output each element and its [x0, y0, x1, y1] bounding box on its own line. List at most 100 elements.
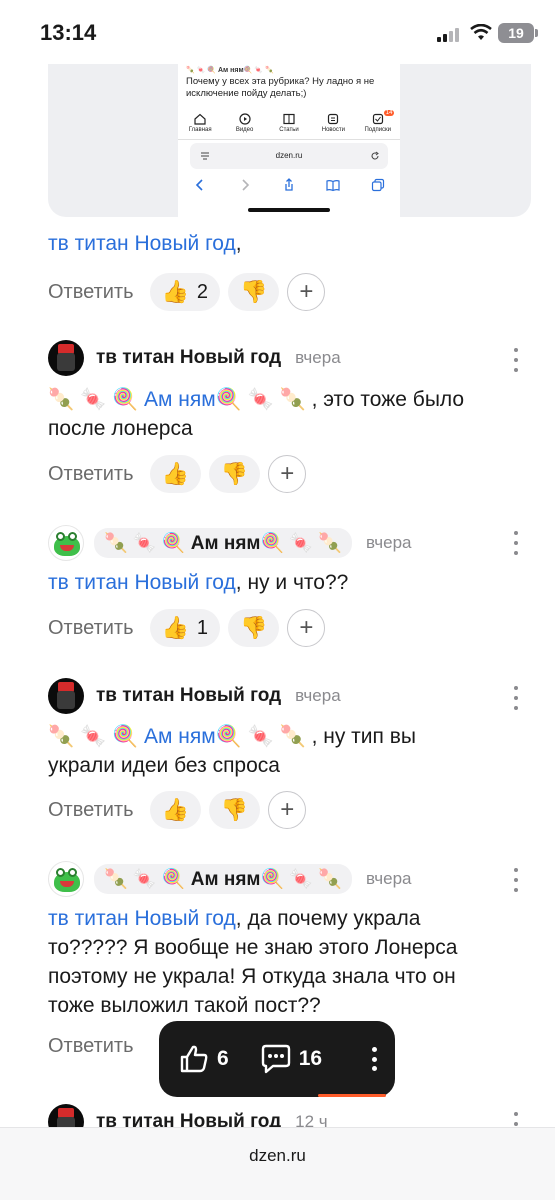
comment-body: тв титан Новый год, — [48, 232, 242, 255]
comment-actions: Ответить 👍 👎 + — [48, 455, 307, 493]
comment-author[interactable]: тв титан Новый год — [96, 685, 281, 707]
wifi-icon — [470, 24, 492, 40]
comment-body: 🍡 🍬 🍭 Ам ням🍭 🍬 🍡 , ну тип вы украли иде… — [48, 725, 416, 777]
post-comments-button[interactable]: 16 — [259, 1042, 322, 1076]
status-time: 13:14 — [40, 20, 97, 45]
comment-body: тв титан Новый год, ну и что?? — [48, 571, 349, 594]
post-like-count: 6 — [217, 1047, 229, 1070]
comment-author[interactable]: 🍡 🍬 🍭 Ам ням🍭 🍬 🍡 — [94, 528, 353, 558]
comment-header: 🍡 🍬 🍭 Ам ням🍭 🍬 🍡 вчера — [48, 861, 412, 897]
comment-time: вчера — [295, 348, 341, 367]
back-icon — [196, 179, 203, 191]
more-options-button[interactable] — [506, 686, 526, 710]
floating-action-bar: 6 16 — [159, 1021, 395, 1097]
more-options-button[interactable] — [506, 531, 526, 555]
more-icon[interactable] — [372, 1047, 377, 1071]
comment-actions: Ответить 👍 2 👎 + — [48, 273, 326, 311]
forward-icon — [242, 179, 249, 191]
user-mention[interactable]: тв титан Новый год — [48, 232, 236, 255]
bookmarks-icon — [326, 180, 340, 192]
user-mention[interactable]: Ам ням — [144, 725, 216, 748]
avatar[interactable] — [48, 861, 84, 897]
reply-button[interactable]: Ответить — [48, 799, 134, 822]
comment-actions: Ответить 👍 👎 + — [48, 791, 307, 829]
add-reaction-button[interactable]: + — [287, 609, 326, 647]
user-mention[interactable]: Ам ням — [144, 388, 216, 411]
comment-author[interactable]: тв титан Новый год — [96, 347, 281, 369]
dislike-button[interactable]: 👎 — [228, 273, 280, 311]
embedded-post-text: Почему у всех эта рубрика? Ну ладно я не… — [186, 76, 375, 99]
add-reaction-button[interactable]: + — [268, 791, 307, 829]
embedded-address-bar: dzen.ru — [190, 143, 388, 169]
status-bar: 13:14 19 — [0, 0, 555, 64]
thumbs-down-icon: 👎 — [220, 797, 249, 822]
share-icon — [285, 178, 293, 191]
embedded-phone-screen: 🍡 🍬 🍭 Ам ням🍭 🍬 🍡 Почему у всех эта рубр… — [178, 64, 400, 217]
active-indicator — [318, 1094, 386, 1097]
like-count: 1 — [196, 616, 209, 639]
reply-button[interactable]: Ответить — [48, 463, 134, 486]
embedded-browser-nav — [178, 174, 400, 196]
reply-button[interactable]: Ответить — [48, 1035, 134, 1058]
comment-header: тв титан Новый год вчера — [48, 678, 341, 714]
thumbs-up-icon: 👍 — [161, 461, 189, 486]
cellular-signal-icon — [437, 26, 463, 42]
embedded-tab-subscriptions: Подписки 14 — [364, 110, 395, 133]
add-reaction-button[interactable]: + — [287, 273, 326, 311]
dislike-button[interactable]: 👎 — [208, 791, 261, 829]
avatar[interactable] — [48, 525, 84, 561]
add-reaction-button[interactable]: + — [268, 455, 307, 493]
subscriptions-icon — [372, 113, 383, 125]
like-count: 2 — [196, 280, 209, 303]
news-icon — [328, 113, 339, 125]
like-button[interactable]: 👍 — [149, 791, 201, 829]
embedded-tab-articles: Статьи — [269, 110, 309, 139]
home-indicator — [248, 208, 330, 212]
like-button[interactable]: 👍 2 — [149, 273, 221, 311]
browser-url[interactable]: dzen.ru — [0, 1146, 555, 1166]
comment-author[interactable]: 🍡 🍬 🍭 Ам ням🍭 🍬 🍡 — [94, 864, 353, 894]
comment-actions: Ответить 👍 1 👎 + — [48, 609, 326, 647]
comment-body: 🍡 🍬 🍭 Ам ням🍭 🍬 🍡 , это тоже было после … — [48, 388, 465, 440]
dislike-button[interactable]: 👎 — [228, 609, 280, 647]
like-button[interactable]: 👍 — [149, 455, 201, 493]
embedded-author: 🍡 🍬 🍭 Ам ням🍭 🍬 🍡 — [186, 67, 274, 74]
user-mention[interactable]: тв титан Новый год — [48, 571, 236, 594]
dislike-button[interactable]: 👎 — [208, 455, 261, 493]
comment-header: 🍡 🍬 🍭 Ам ням🍭 🍬 🍡 вчера — [48, 525, 412, 561]
comment-time: вчера — [366, 869, 412, 888]
thumbs-down-icon: 👎 — [240, 615, 268, 640]
embedded-tab-bar: Главная Видео Статьи Новости Подписки 14 — [178, 110, 400, 140]
post-comment-count: 16 — [298, 1047, 323, 1070]
post-like-button[interactable]: 6 — [177, 1042, 229, 1076]
embedded-tab-home: Главная — [180, 110, 220, 139]
battery-indicator: 19 — [498, 23, 538, 43]
avatar[interactable] — [48, 340, 84, 376]
comment-body: тв титан Новый год, да почему украла то?… — [48, 907, 458, 1017]
thumbs-up-icon: 👍 — [161, 797, 189, 822]
more-options-button[interactable] — [506, 868, 526, 892]
reply-button[interactable]: Ответить — [48, 281, 134, 304]
more-options-button[interactable] — [506, 348, 526, 372]
embedded-tab-video: Видео — [225, 110, 265, 139]
browser-address-bar[interactable]: dzen.ru — [0, 1127, 555, 1200]
avatar[interactable] — [48, 678, 84, 714]
tabs-icon — [371, 178, 384, 192]
thumbs-up-icon: 👍 — [161, 279, 189, 304]
embedded-tab-news: Новости — [313, 110, 353, 139]
subscriptions-badge: 14 — [383, 110, 395, 116]
like-button[interactable]: 👍 1 — [149, 609, 221, 647]
thumbs-up-icon: 👍 — [161, 615, 189, 640]
comment-time: вчера — [366, 533, 412, 552]
thumbs-down-icon: 👎 — [220, 461, 249, 486]
thumbs-down-icon: 👎 — [240, 279, 268, 304]
user-mention[interactable]: тв титан Новый год — [48, 907, 236, 930]
attached-screenshot[interactable]: 🍡 🍬 🍭 Ам ням🍭 🍬 🍡 Почему у всех эта рубр… — [48, 64, 531, 217]
reply-button[interactable]: Ответить — [48, 617, 134, 640]
home-icon — [194, 113, 206, 125]
comment-time: вчера — [295, 686, 341, 705]
reader-icon — [201, 152, 209, 160]
comments-icon — [261, 1044, 290, 1074]
reload-icon — [371, 151, 379, 160]
video-icon — [238, 113, 251, 125]
